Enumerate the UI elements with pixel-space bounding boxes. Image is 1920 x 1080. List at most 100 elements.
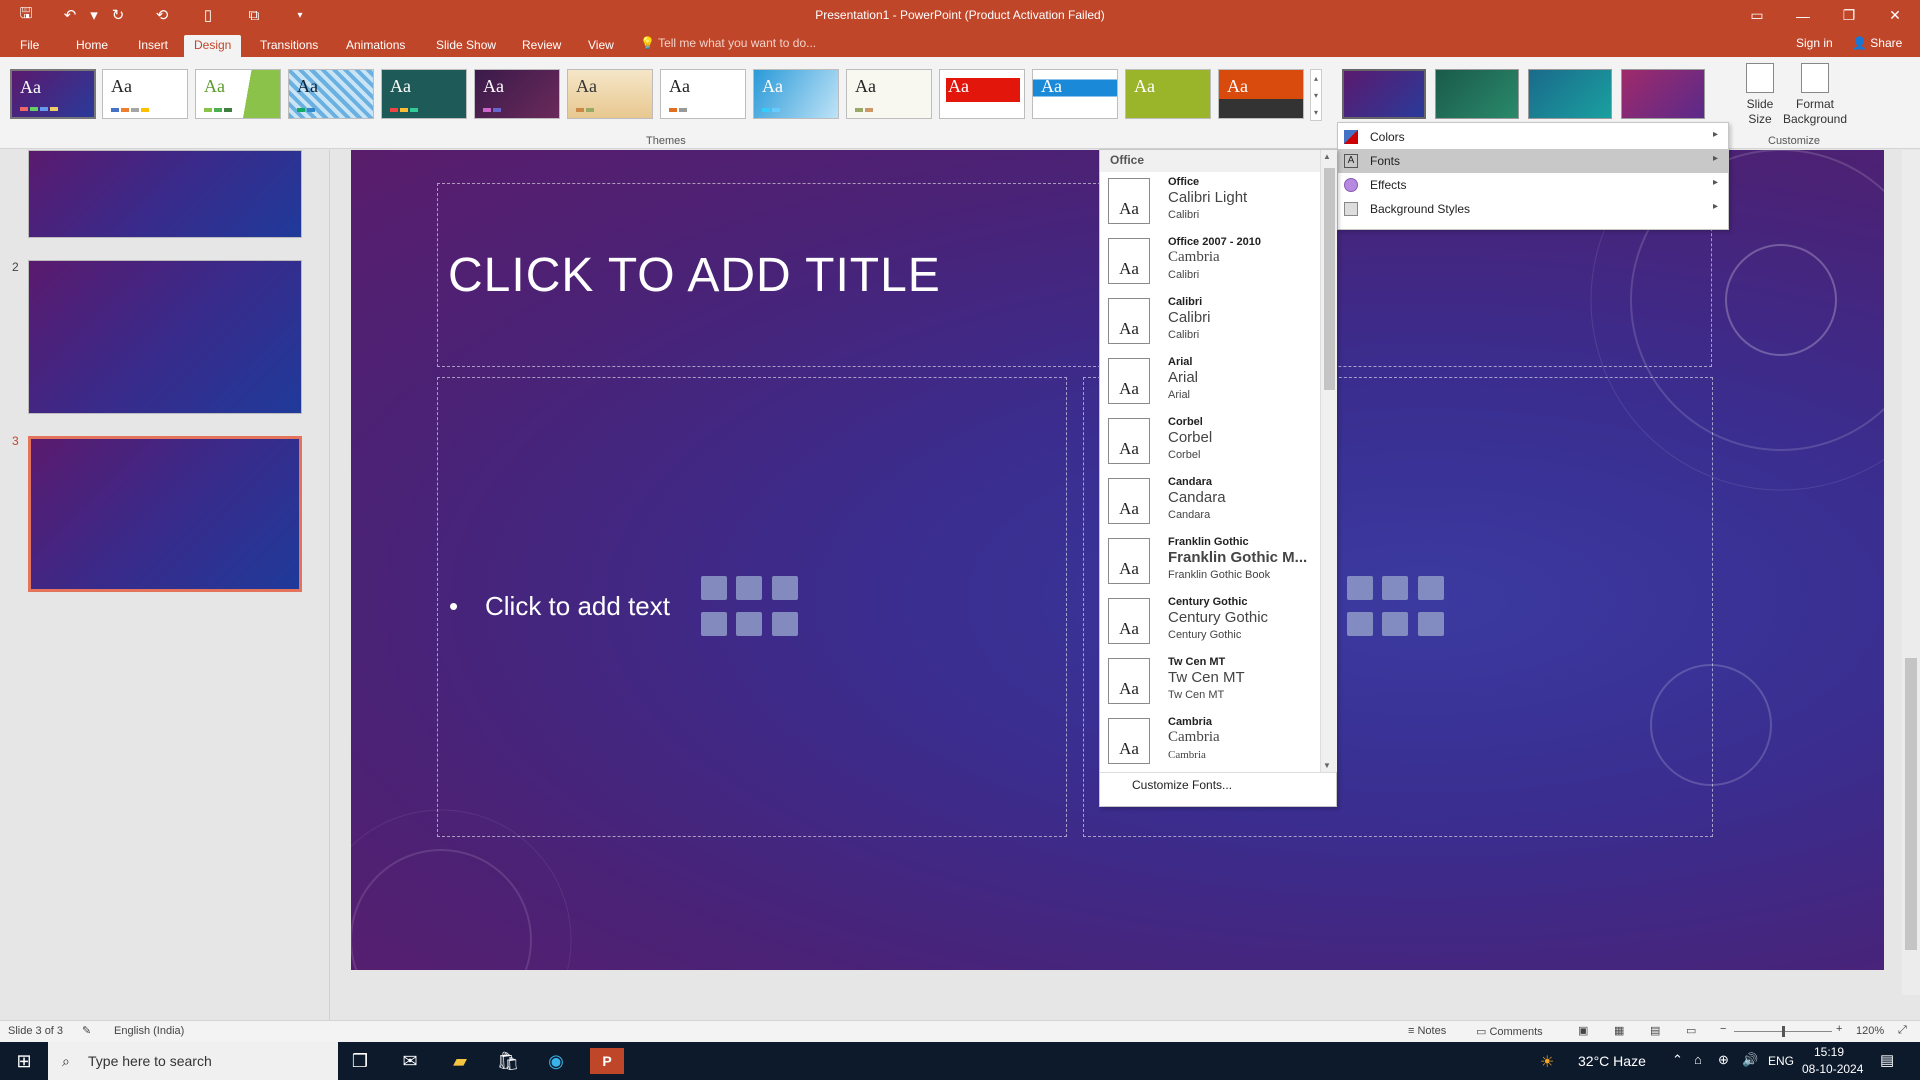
tab-file[interactable]: File	[10, 35, 49, 57]
tab-transitions[interactable]: Transitions	[250, 35, 328, 57]
font-option-century-gothic[interactable]: Aa Century Gothic Century Gothic Century Go…	[1106, 596, 1318, 656]
slide-thumbnail-3[interactable]	[28, 436, 302, 592]
spellcheck-icon[interactable]: ✎	[82, 1024, 91, 1037]
insert-video-icon[interactable]	[772, 612, 798, 636]
variant-3[interactable]	[1528, 69, 1612, 119]
theme-badge[interactable]: Aa	[939, 69, 1025, 119]
reading-view-icon[interactable]: ▤	[1650, 1024, 1660, 1037]
weather-text[interactable]: 32°C Haze	[1578, 1053, 1646, 1069]
input-language[interactable]: ENG	[1768, 1054, 1794, 1068]
theme-retrospect[interactable]: Aa	[660, 69, 746, 119]
online-pictures-icon-right[interactable]	[1382, 612, 1408, 636]
online-pictures-icon[interactable]	[736, 612, 762, 636]
tell-me-search[interactable]: 💡 Tell me what you want to do...	[640, 36, 816, 50]
fonts-scroll-thumb[interactable]	[1324, 168, 1335, 390]
theme-ion[interactable]: Aa	[381, 69, 467, 119]
theme-slice[interactable]: Aa	[753, 69, 839, 119]
font-option-cambria[interactable]: Aa Cambria Cambria Cambria	[1106, 716, 1318, 776]
fit-slide-icon[interactable]: ⤢	[1898, 1024, 1907, 1037]
theme-wisp[interactable]: Aa	[846, 69, 932, 119]
scroll-up-icon[interactable]: ▲	[1323, 152, 1331, 161]
content-placeholder-text[interactable]: Click to add text	[485, 591, 670, 622]
title-placeholder-text[interactable]: CLICK TO ADD TITLE	[448, 248, 941, 303]
theme-banded[interactable]: Aa	[1032, 69, 1118, 119]
tab-slide-show[interactable]: Slide Show	[426, 35, 506, 57]
font-option-arial[interactable]: Aa Arial Arial Arial	[1106, 356, 1318, 416]
vertical-scrollbar[interactable]	[1902, 150, 1920, 995]
insert-smartart-icon[interactable]	[772, 576, 798, 600]
tab-design[interactable]: Design	[184, 35, 242, 57]
network-icon[interactable]: ⌂	[1694, 1052, 1702, 1067]
close-icon[interactable]: ✕	[1872, 0, 1918, 31]
menu-item-fonts[interactable]: A Fonts ▸	[1338, 149, 1728, 173]
theme-berlin[interactable]: Aa	[1218, 69, 1304, 119]
insert-chart-icon[interactable]	[736, 576, 762, 600]
file-explorer-icon[interactable]: ▰	[446, 1048, 474, 1074]
font-option-office[interactable]: Aa Office Calibri Light Calibri	[1106, 176, 1318, 236]
zoom-level[interactable]: 120%	[1856, 1025, 1884, 1037]
font-option-office-2007-2010[interactable]: Aa Office 2007 - 2010 Cambria Calibri	[1106, 236, 1318, 296]
slide-sorter-icon[interactable]: ▦	[1614, 1024, 1624, 1037]
windows-start-icon[interactable]: ⊞	[10, 1048, 38, 1074]
theme-office[interactable]: Aa	[102, 69, 188, 119]
variant-1[interactable]	[1342, 69, 1426, 119]
ribbon-display-options-icon[interactable]: ▭	[1734, 0, 1780, 31]
tab-insert[interactable]: Insert	[128, 35, 178, 57]
theme-facet[interactable]: Aa	[195, 69, 281, 119]
slide-thumbnail-1[interactable]	[28, 150, 302, 238]
customize-fonts-item[interactable]: Customize Fonts...	[1132, 778, 1232, 792]
language-status[interactable]: English (India)	[114, 1025, 184, 1037]
taskbar-search[interactable]: ⌕ Type here to search	[48, 1042, 338, 1080]
tab-animations[interactable]: Animations	[336, 35, 415, 57]
format-background-button[interactable]: Format Background	[1780, 63, 1850, 127]
font-option-corbel[interactable]: Aa Corbel Corbel Corbel	[1106, 416, 1318, 476]
font-option-calibri[interactable]: Aa Calibri Calibri Calibri	[1106, 296, 1318, 356]
share-button[interactable]: 👤 Share	[1852, 36, 1902, 50]
variant-4[interactable]	[1621, 69, 1705, 119]
menu-item-background-styles[interactable]: Background Styles ▸	[1338, 197, 1728, 221]
insert-pictures-icon-right[interactable]	[1347, 612, 1373, 636]
minimize-icon[interactable]: —	[1780, 0, 1826, 31]
menu-item-effects[interactable]: Effects ▸	[1338, 173, 1728, 197]
notes-button[interactable]: ≡ Notes	[1408, 1025, 1446, 1037]
globe-icon[interactable]: ⊕	[1718, 1052, 1729, 1068]
font-option-franklin-gothic[interactable]: Aa Franklin Gothic Franklin Gothic M... Fra…	[1106, 536, 1318, 596]
tab-home[interactable]: Home	[66, 35, 118, 57]
clock-time[interactable]: 15:19	[1814, 1045, 1844, 1059]
zoom-slider-thumb[interactable]	[1782, 1026, 1785, 1037]
theme-organic[interactable]: Aa	[567, 69, 653, 119]
font-option-tw-cen-mt[interactable]: Aa Tw Cen MT Tw Cen MT Tw Cen MT	[1106, 656, 1318, 716]
scrollbar-thumb[interactable]	[1905, 658, 1917, 950]
powerpoint-taskbar-icon[interactable]: P	[590, 1048, 624, 1074]
sign-in-link[interactable]: Sign in	[1796, 36, 1833, 50]
insert-smartart-icon-right[interactable]	[1418, 576, 1444, 600]
slide-size-button[interactable]: Slide Size	[1740, 63, 1780, 127]
slideshow-view-icon[interactable]: ▭	[1686, 1024, 1696, 1037]
insert-table-icon[interactable]	[701, 576, 727, 600]
font-option-candara[interactable]: Aa Candara Candara Candara	[1106, 476, 1318, 536]
comments-button[interactable]: ▭ Comments	[1476, 1025, 1543, 1038]
zoom-out-icon[interactable]: −	[1720, 1023, 1726, 1035]
slide-thumbnail-2[interactable]	[28, 260, 302, 414]
insert-table-icon-right[interactable]	[1347, 576, 1373, 600]
tab-review[interactable]: Review	[512, 35, 571, 57]
theme-ion-boardroom[interactable]: Aa	[474, 69, 560, 119]
menu-item-colors[interactable]: Colors ▸	[1338, 125, 1728, 149]
theme-integral[interactable]: Aa	[288, 69, 374, 119]
variant-2[interactable]	[1435, 69, 1519, 119]
task-view-icon[interactable]: ❒	[346, 1048, 374, 1074]
hidden-icons-chevron-icon[interactable]: ⌃	[1672, 1052, 1683, 1068]
scroll-down-icon[interactable]: ▼	[1323, 761, 1331, 770]
volume-icon[interactable]: 🔊	[1742, 1052, 1758, 1068]
theme-basis[interactable]: Aa	[1125, 69, 1211, 119]
notifications-icon[interactable]: ▤	[1880, 1051, 1894, 1069]
clock-date[interactable]: 08-10-2024	[1802, 1062, 1863, 1076]
theme-office-selected[interactable]: Aa	[10, 69, 96, 119]
normal-view-icon[interactable]: ▣	[1578, 1024, 1588, 1037]
insert-video-icon-right[interactable]	[1418, 612, 1444, 636]
mail-icon[interactable]: ✉	[396, 1048, 424, 1074]
tab-view[interactable]: View	[578, 35, 624, 57]
maximize-icon[interactable]: ❐	[1826, 0, 1872, 31]
insert-pictures-icon[interactable]	[701, 612, 727, 636]
insert-chart-icon-right[interactable]	[1382, 576, 1408, 600]
